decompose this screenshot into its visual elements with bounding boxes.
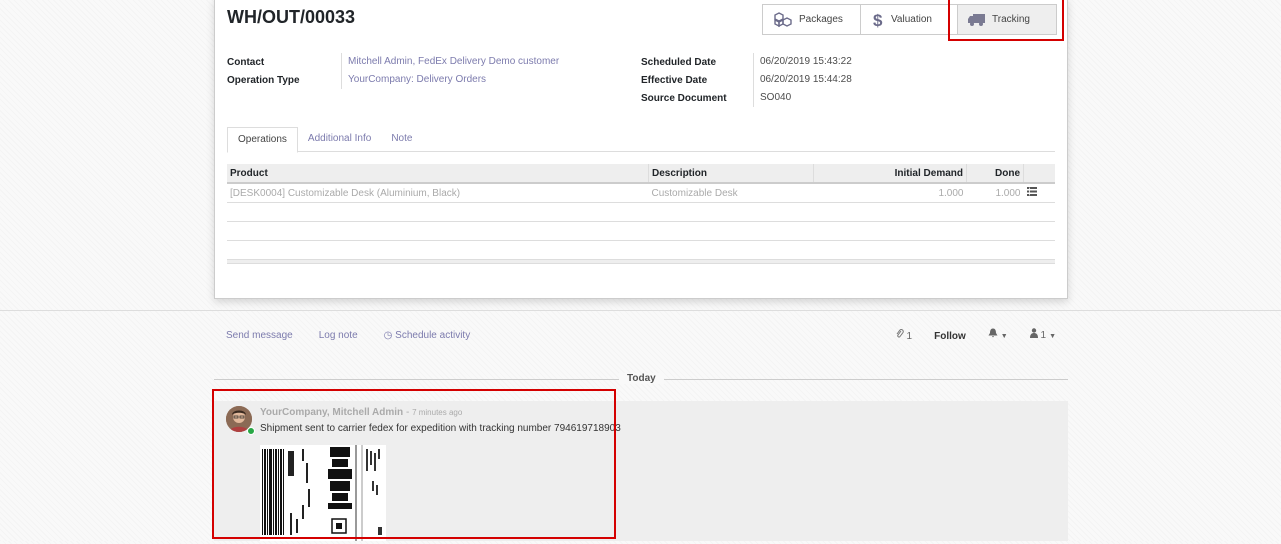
- notebook-tabs: Operations Additional Info Note: [227, 127, 1055, 153]
- tab-additional-info[interactable]: Additional Info: [298, 127, 381, 151]
- record-title: WH/OUT/00033: [227, 7, 356, 27]
- operation-type-label: Operation Type: [227, 74, 300, 86]
- log-note-button[interactable]: Log note: [319, 326, 358, 346]
- packages-label: Packages: [799, 14, 843, 25]
- valuation-button[interactable]: $ Valuation: [861, 5, 958, 34]
- bell-icon: [988, 328, 998, 338]
- source-document-label: Source Document: [641, 92, 727, 104]
- table-empty-row: [227, 221, 1055, 241]
- field-source-document: Source Document SO040: [641, 89, 852, 107]
- chevron-down-icon: ▼: [1049, 333, 1056, 340]
- valuation-label: Valuation: [891, 14, 932, 25]
- notifications-button[interactable]: ▼: [988, 326, 1008, 347]
- contact-value[interactable]: Mitchell Admin, FedEx Delivery Demo cust…: [341, 53, 559, 71]
- list-details-icon[interactable]: [1026, 187, 1037, 196]
- table-row[interactable]: [DESK0004] Customizable Desk (Aluminium,…: [227, 183, 1055, 203]
- field-operation-type: Operation Type YourCompany: Delivery Ord…: [227, 71, 559, 89]
- svg-text:$: $: [873, 11, 883, 29]
- operation-type-value[interactable]: YourCompany: Delivery Orders: [341, 71, 486, 89]
- form-sheet: WH/OUT/00033 Packages $ Valuation Tracki…: [214, 0, 1068, 299]
- chatter-actions: Send message Log note ◷ Schedule activit…: [226, 326, 470, 346]
- send-message-button[interactable]: Send message: [226, 326, 293, 346]
- cell-initial-demand: 1.000: [813, 183, 967, 203]
- col-done[interactable]: Done: [966, 164, 1024, 184]
- attachments-button[interactable]: 1: [896, 327, 912, 347]
- user-icon: [1029, 328, 1038, 338]
- field-effective-date: Effective Date 06/20/2019 15:44:28: [641, 71, 852, 89]
- tracking-highlight-box: [948, 0, 1064, 41]
- paperclip-icon: [896, 328, 904, 337]
- cell-description: Customizable Desk: [648, 183, 814, 203]
- attachments-count: 1: [906, 330, 913, 342]
- table-empty-row: [227, 202, 1055, 222]
- col-actions: [1023, 164, 1055, 184]
- cell-details[interactable]: [1023, 183, 1055, 203]
- col-product[interactable]: Product: [227, 164, 649, 184]
- fields-left: Contact Mitchell Admin, FedEx Delivery D…: [227, 53, 559, 89]
- effective-date-label: Effective Date: [641, 74, 708, 86]
- cell-product: [DESK0004] Customizable Desk (Aluminium,…: [227, 183, 649, 203]
- table-header-row: Product Description Initial Demand Done: [227, 164, 1055, 184]
- field-scheduled-date: Scheduled Date 06/20/2019 15:43:22: [641, 53, 852, 71]
- scheduled-date-label: Scheduled Date: [641, 56, 717, 68]
- packages-button[interactable]: Packages: [763, 5, 861, 34]
- date-separator-label: Today: [619, 373, 664, 384]
- chatter-followers: 1 Follow ▼ 1 ▼: [896, 326, 1056, 347]
- table-empty-row: [227, 240, 1055, 260]
- chevron-down-icon: ▼: [1000, 333, 1008, 340]
- follow-button[interactable]: Follow: [934, 327, 966, 347]
- schedule-activity-label: Schedule activity: [395, 330, 471, 341]
- clock-icon: ◷: [383, 330, 393, 341]
- chatter-divider: [0, 310, 1281, 311]
- table-footer: [227, 259, 1055, 264]
- tab-note[interactable]: Note: [381, 127, 422, 151]
- chatter-topbar: Send message Log note ◷ Schedule activit…: [226, 326, 1068, 346]
- message-highlight-box: [212, 389, 616, 539]
- col-initial-demand[interactable]: Initial Demand: [813, 164, 967, 184]
- followers-button[interactable]: 1 ▼: [1029, 326, 1056, 347]
- date-separator: Today: [214, 373, 1068, 385]
- effective-date-value: 06/20/2019 15:44:28: [753, 71, 852, 89]
- cubes-icon: [774, 11, 792, 27]
- tab-operations[interactable]: Operations: [227, 127, 298, 153]
- followers-count: 1: [1040, 330, 1047, 341]
- scheduled-date-value: 06/20/2019 15:43:22: [753, 53, 852, 71]
- source-document-value: SO040: [753, 89, 791, 107]
- dollar-icon: $: [873, 11, 883, 29]
- cell-done: 1.000: [966, 183, 1024, 203]
- col-description[interactable]: Description: [648, 164, 814, 184]
- operations-table: Product Description Initial Demand Done …: [227, 164, 1055, 264]
- contact-label: Contact: [227, 56, 265, 68]
- schedule-activity-button[interactable]: ◷ Schedule activity: [384, 326, 471, 346]
- fields-right: Scheduled Date 06/20/2019 15:43:22 Effec…: [641, 53, 852, 107]
- field-contact: Contact Mitchell Admin, FedEx Delivery D…: [227, 53, 559, 71]
